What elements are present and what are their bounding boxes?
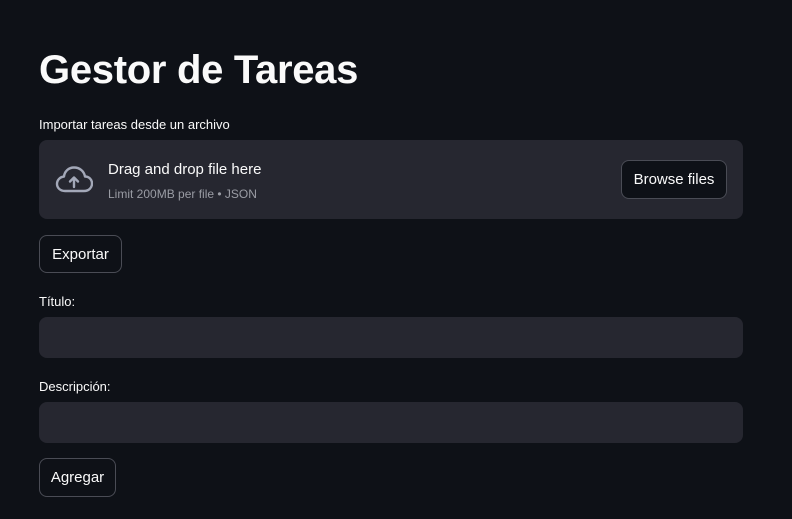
title-input[interactable]: [39, 317, 743, 358]
page-title: Gestor de Tareas: [39, 48, 359, 92]
file-dropzone[interactable]: Drag and drop file here Limit 200MB per …: [39, 140, 743, 219]
uploader-label: Importar tareas desde un archivo: [39, 117, 230, 132]
app-page: Gestor de Tareas Importar tareas desde u…: [0, 0, 792, 519]
dropzone-limit-text: Limit 200MB per file • JSON: [108, 187, 257, 201]
description-field-label: Descripción:: [39, 379, 111, 394]
description-input[interactable]: [39, 402, 743, 443]
add-task-button[interactable]: Agregar: [39, 458, 116, 497]
browse-files-button[interactable]: Browse files: [621, 160, 727, 199]
cloud-upload-icon: [55, 165, 94, 195]
dropzone-instructions: Drag and drop file here: [108, 161, 262, 178]
title-field-label: Título:: [39, 294, 76, 309]
export-button[interactable]: Exportar: [39, 235, 122, 273]
